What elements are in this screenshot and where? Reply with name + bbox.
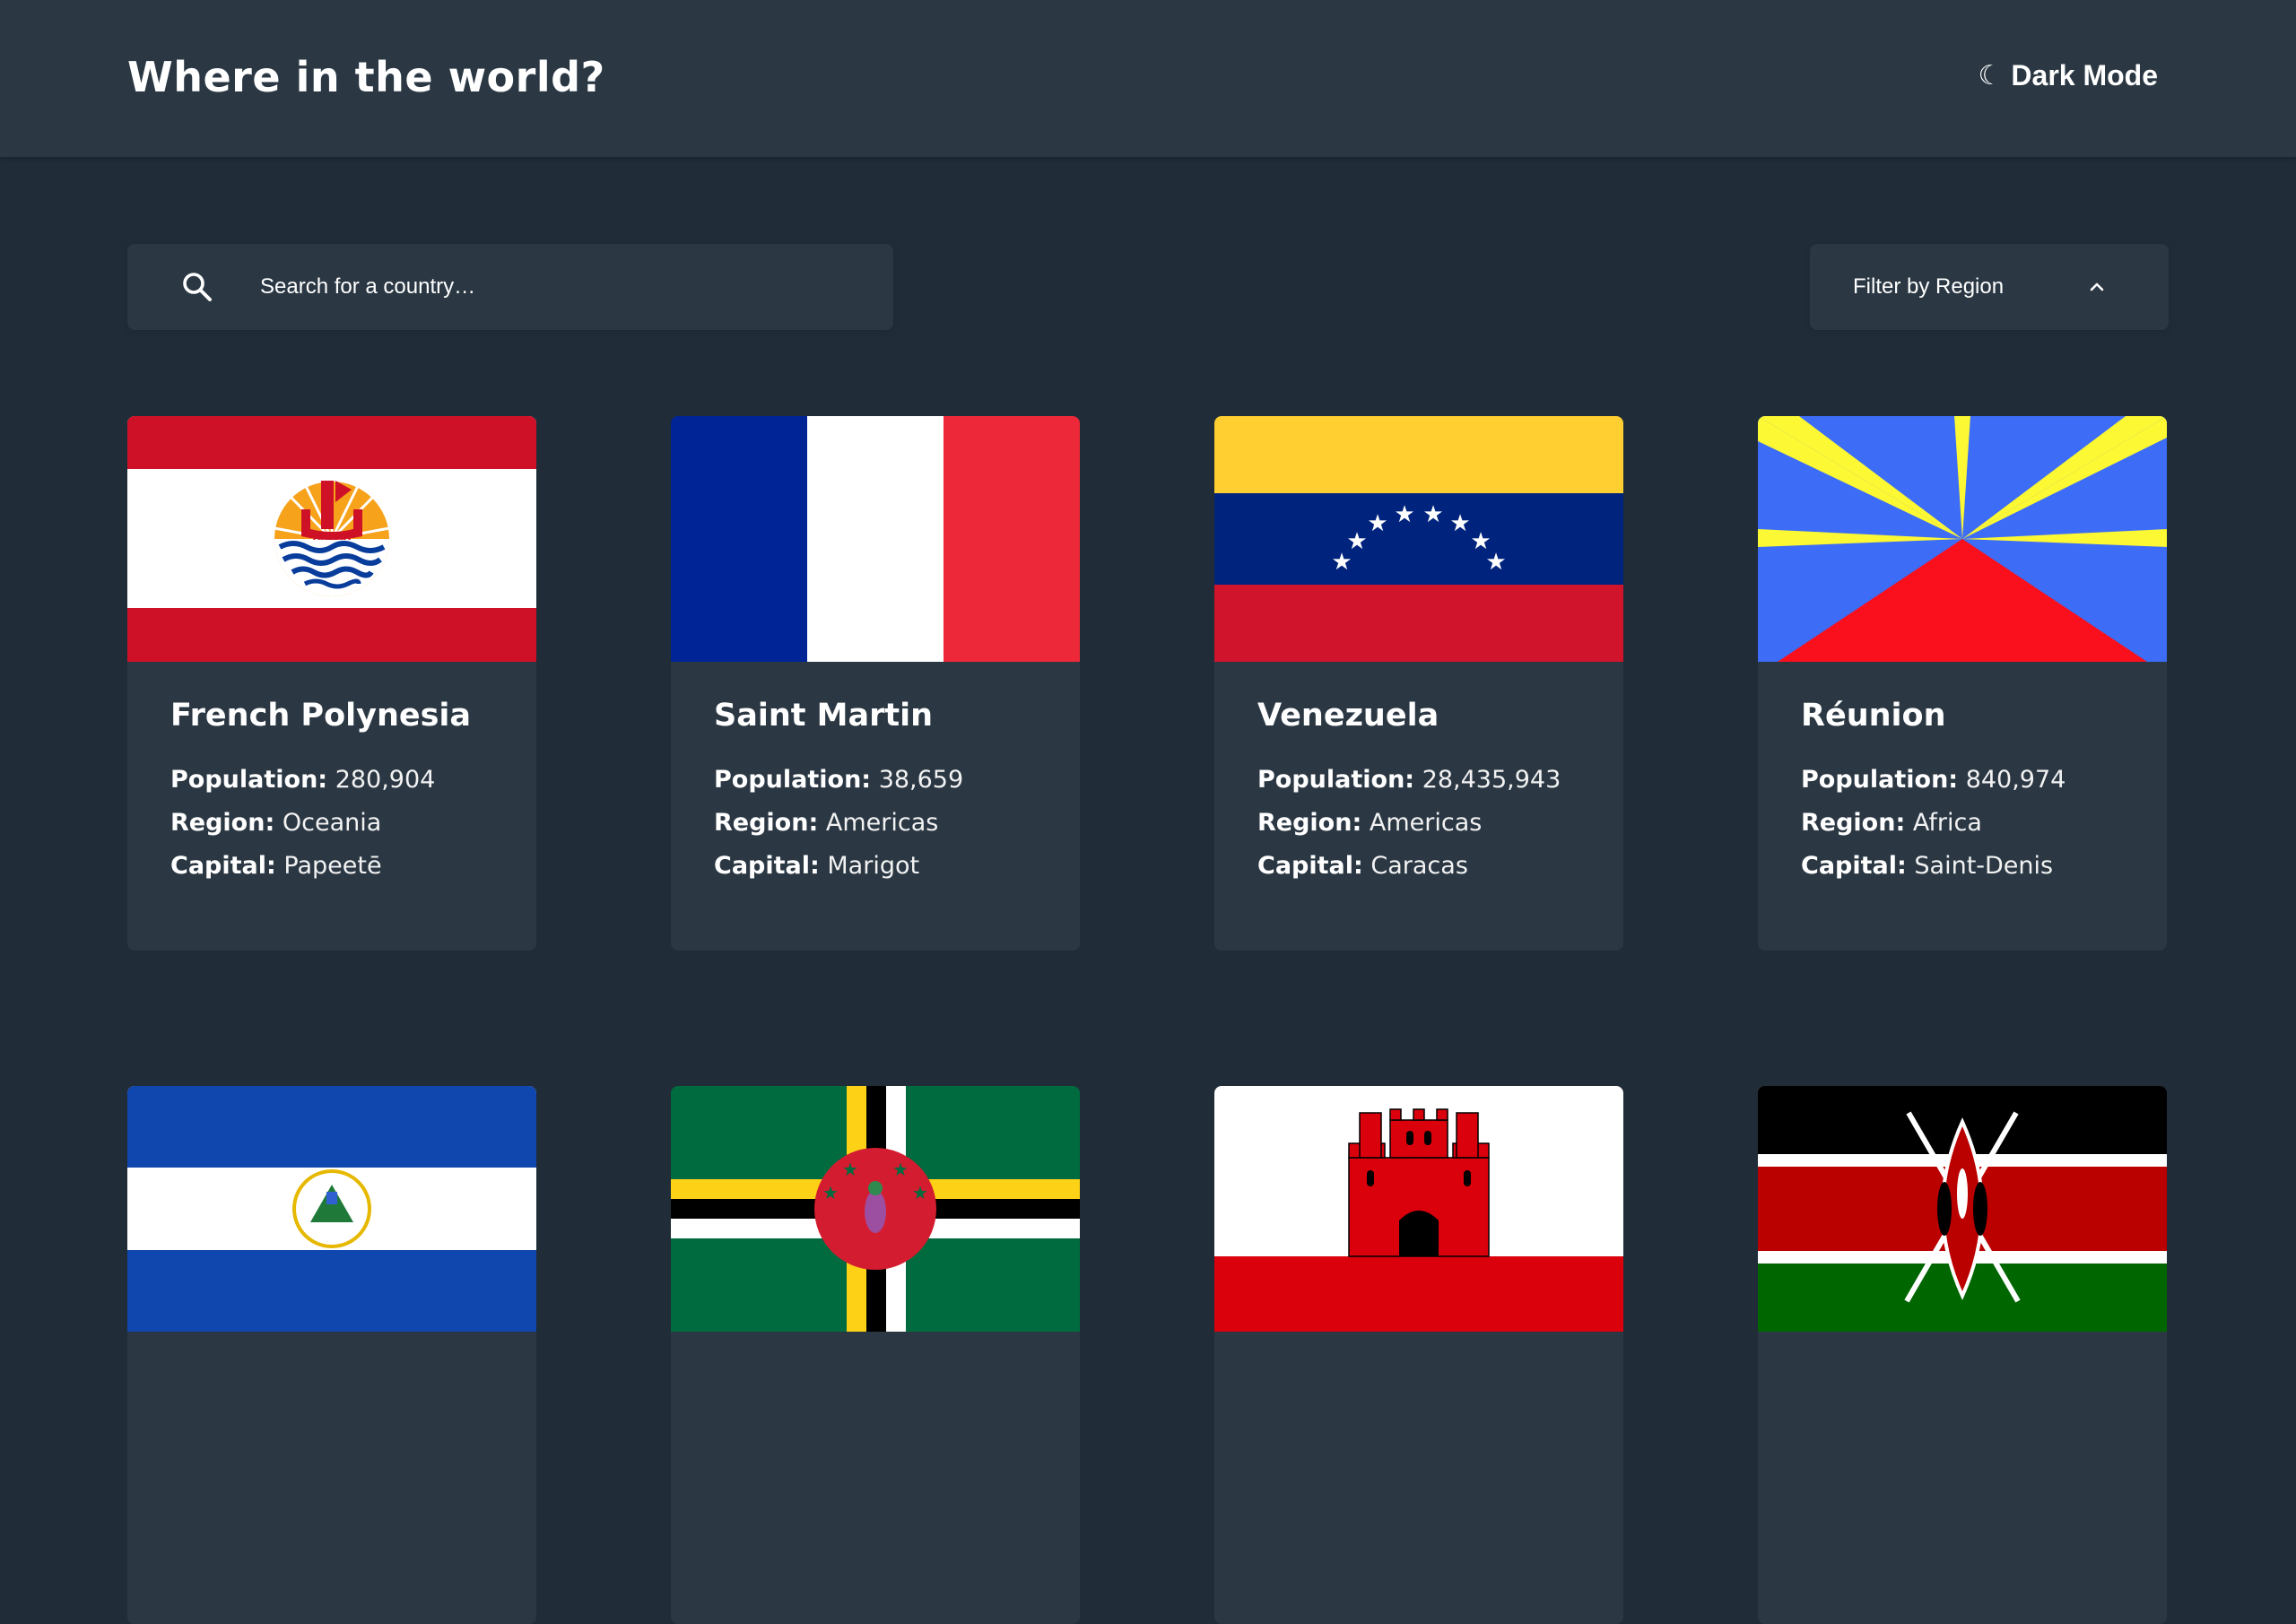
capital-value: Saint-Denis [1914, 852, 2054, 880]
dominica-flag: ★ ★ ★ ★ [671, 1086, 1080, 1332]
dark-mode-label: Dark Mode [2011, 59, 2158, 91]
region-value: Americas [1369, 809, 1483, 837]
capital-info: Capital: Caracas [1257, 852, 1468, 880]
country-card[interactable] [1758, 1086, 2167, 1624]
capital-info: Capital: Saint-Denis [1801, 852, 2054, 880]
population-info: Population: 840,974 [1801, 766, 2066, 794]
saint-martin-flag [671, 416, 1080, 662]
svg-text:XXXXX: XXXXX [313, 531, 352, 543]
site-header: Where in the world? ☾ Dark Mode [0, 0, 2296, 157]
country-card[interactable]: Réunion Population: 840,974 Region: Afri… [1758, 416, 2167, 951]
reunion-flag [1758, 416, 2167, 662]
country-card[interactable]: ★ ★ ★ ★ [671, 1086, 1080, 1624]
region-value: Americas [825, 809, 939, 837]
svg-text:★: ★ [1485, 549, 1506, 576]
search-input[interactable] [260, 244, 870, 330]
venezuela-flag: ★ ★ ★ ★ ★ ★ ★ ★ [1214, 416, 1623, 662]
card-body: Venezuela Population: 28,435,943 Region:… [1257, 696, 1598, 888]
search-box [127, 244, 893, 330]
card-body: Saint Martin Population: 38,659 Region: … [714, 696, 1055, 888]
country-card[interactable]: Saint Martin Population: 38,659 Region: … [671, 416, 1080, 951]
capital-info: Capital: Papeetē [170, 852, 382, 880]
card-body: French Polynesia Population: 280,904 Reg… [170, 696, 511, 888]
country-card[interactable] [127, 1086, 536, 1624]
region-info: Region: Oceania [170, 809, 382, 837]
svg-text:★: ★ [822, 1182, 839, 1203]
population-info: Population: 28,435,943 [1257, 766, 1561, 794]
svg-text:★: ★ [1449, 510, 1470, 537]
dark-mode-toggle[interactable]: ☾ Dark Mode [1979, 59, 2159, 92]
capital-value: Marigot [827, 852, 920, 880]
svg-text:★: ★ [1394, 501, 1414, 528]
kenya-flag [1758, 1086, 2167, 1332]
gibraltar-flag [1214, 1086, 1623, 1332]
capital-value: Caracas [1370, 852, 1468, 880]
capital-value: Papeetē [283, 852, 382, 880]
el-salvador-flag [127, 1086, 536, 1332]
population-value: 840,974 [1965, 766, 2066, 794]
region-info: Region: Americas [714, 809, 939, 837]
country-card[interactable]: ★ ★ ★ ★ ★ ★ ★ ★ Venezuela Population: 28… [1214, 416, 1623, 951]
app-title: Where in the world? [127, 53, 605, 101]
chevron-up-icon[interactable] [2084, 274, 2109, 300]
svg-text:★: ★ [892, 1159, 909, 1180]
country-name: French Polynesia [170, 698, 472, 734]
region-info: Region: Americas [1257, 809, 1483, 837]
moon-icon: ☾ [1978, 61, 2003, 91]
region-value: Oceania [282, 809, 382, 837]
svg-text:★: ★ [1367, 510, 1387, 537]
population-value: 38,659 [878, 766, 964, 794]
region-value: Africa [1912, 809, 1982, 837]
population-value: 28,435,943 [1422, 766, 1561, 794]
country-name: Saint Martin [714, 698, 934, 734]
population-info: Population: 38,659 [714, 766, 964, 794]
region-info: Region: Africa [1801, 809, 1982, 837]
svg-text:★: ★ [1346, 528, 1367, 555]
french-polynesia-flag: XXXXX [127, 416, 536, 662]
population-info: Population: 280,904 [170, 766, 436, 794]
svg-text:★: ★ [912, 1182, 928, 1203]
population-value: 280,904 [335, 766, 436, 794]
country-name: Réunion [1801, 698, 1946, 734]
region-filter-dropdown[interactable]: Filter by Region [1810, 244, 2169, 330]
country-card[interactable] [1214, 1086, 1623, 1624]
country-card[interactable]: XXXXX French Polynesia Population: 280,9… [127, 416, 536, 951]
search-icon [183, 273, 212, 301]
card-body: Réunion Population: 840,974 Region: Afri… [1801, 696, 2142, 888]
country-name: Venezuela [1257, 698, 1439, 734]
capital-info: Capital: Marigot [714, 852, 920, 880]
svg-text:★: ★ [842, 1159, 858, 1180]
svg-text:★: ★ [1422, 501, 1443, 528]
filter-label: Filter by Region [1853, 274, 2005, 299]
